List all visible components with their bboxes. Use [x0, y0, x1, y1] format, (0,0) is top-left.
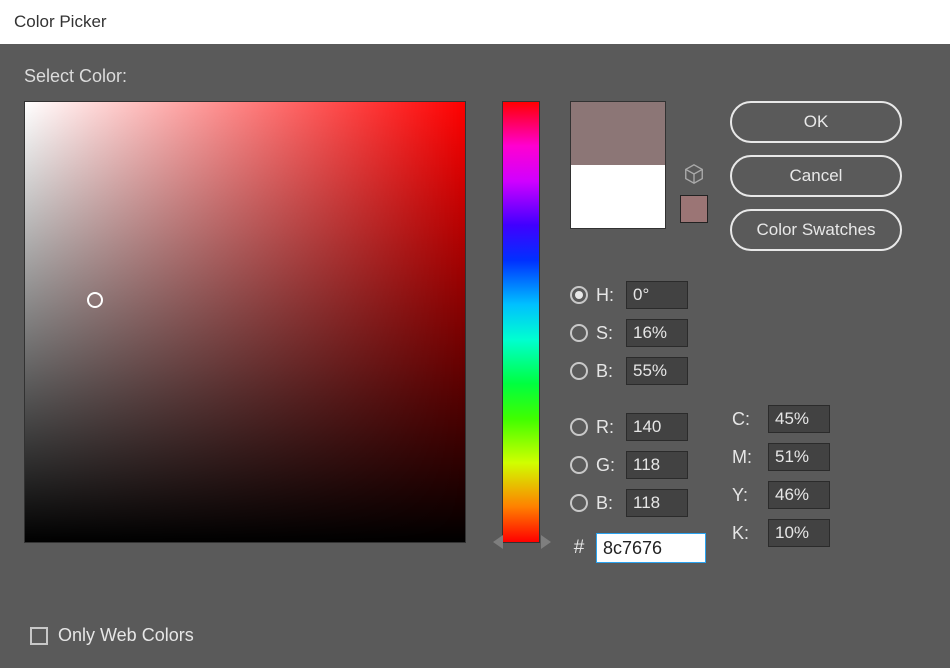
k-input[interactable]	[768, 519, 830, 547]
r-label: R:	[596, 417, 618, 438]
k-row: K:	[732, 519, 830, 547]
hue-column	[502, 101, 540, 563]
hex-input[interactable]	[596, 533, 706, 563]
preview-block	[570, 101, 708, 251]
c-input[interactable]	[768, 405, 830, 433]
k-label: K:	[732, 523, 760, 544]
hue-slider[interactable]	[502, 101, 540, 543]
r-row: R:	[570, 413, 706, 441]
cancel-button[interactable]: Cancel	[730, 155, 902, 197]
r-radio[interactable]	[570, 418, 588, 436]
h-row: H:	[570, 281, 706, 309]
hsb-rgb-column: H: S: B:	[570, 281, 706, 563]
s-input[interactable]	[626, 319, 688, 347]
h-label: H:	[596, 285, 618, 306]
h-radio[interactable]	[570, 286, 588, 304]
hue-slider-thumb[interactable]	[493, 535, 551, 549]
b-hsb-radio[interactable]	[570, 362, 588, 380]
y-input[interactable]	[768, 481, 830, 509]
swatch-chip[interactable]	[680, 195, 708, 223]
y-row: Y:	[732, 481, 830, 509]
top-right-row: OK Cancel Color Swatches	[570, 101, 902, 251]
ok-button[interactable]: OK	[730, 101, 902, 143]
y-label: Y:	[732, 485, 760, 506]
r-input[interactable]	[626, 413, 688, 441]
c-row: C:	[732, 405, 830, 433]
cube-icon	[683, 163, 705, 185]
m-label: M:	[732, 447, 760, 468]
value-fields: H: S: B:	[570, 281, 902, 563]
g-row: G:	[570, 451, 706, 479]
select-color-label: Select Color:	[24, 66, 926, 87]
sv-cursor[interactable]	[87, 292, 103, 308]
preview-side-icons	[680, 163, 708, 223]
b-hsb-row: B:	[570, 357, 706, 385]
g-label: G:	[596, 455, 618, 476]
hex-row: #	[570, 533, 706, 563]
action-buttons: OK Cancel Color Swatches	[730, 101, 902, 251]
g-radio[interactable]	[570, 456, 588, 474]
m-input[interactable]	[768, 443, 830, 471]
only-web-colors-label: Only Web Colors	[58, 625, 194, 646]
g-input[interactable]	[626, 451, 688, 479]
b-rgb-row: B:	[570, 489, 706, 517]
b-hsb-input[interactable]	[626, 357, 688, 385]
b-rgb-input[interactable]	[626, 489, 688, 517]
previous-color-swatch[interactable]	[571, 165, 665, 228]
m-row: M:	[732, 443, 830, 471]
h-input[interactable]	[626, 281, 688, 309]
b-rgb-radio[interactable]	[570, 494, 588, 512]
hash-label: #	[570, 537, 588, 559]
b-rgb-label: B:	[596, 493, 618, 514]
s-radio[interactable]	[570, 324, 588, 342]
s-row: S:	[570, 319, 706, 347]
main-layout: OK Cancel Color Swatches H:	[24, 101, 926, 563]
cmyk-column: C: M: Y: K:	[732, 405, 830, 563]
only-web-colors-checkbox[interactable]	[30, 627, 48, 645]
dialog-body: Select Color:	[0, 44, 950, 668]
color-preview	[570, 101, 666, 229]
color-picker-window: Color Picker Select Color:	[0, 0, 950, 668]
footer: Only Web Colors	[30, 625, 194, 646]
right-column: OK Cancel Color Swatches H:	[570, 101, 902, 563]
b-hsb-label: B:	[596, 361, 618, 382]
window-title: Color Picker	[14, 12, 107, 32]
titlebar[interactable]: Color Picker	[0, 0, 950, 44]
new-color-swatch[interactable]	[571, 102, 665, 165]
color-swatches-button[interactable]: Color Swatches	[730, 209, 902, 251]
s-label: S:	[596, 323, 618, 344]
c-label: C:	[732, 409, 760, 430]
saturation-value-field[interactable]	[24, 101, 466, 543]
